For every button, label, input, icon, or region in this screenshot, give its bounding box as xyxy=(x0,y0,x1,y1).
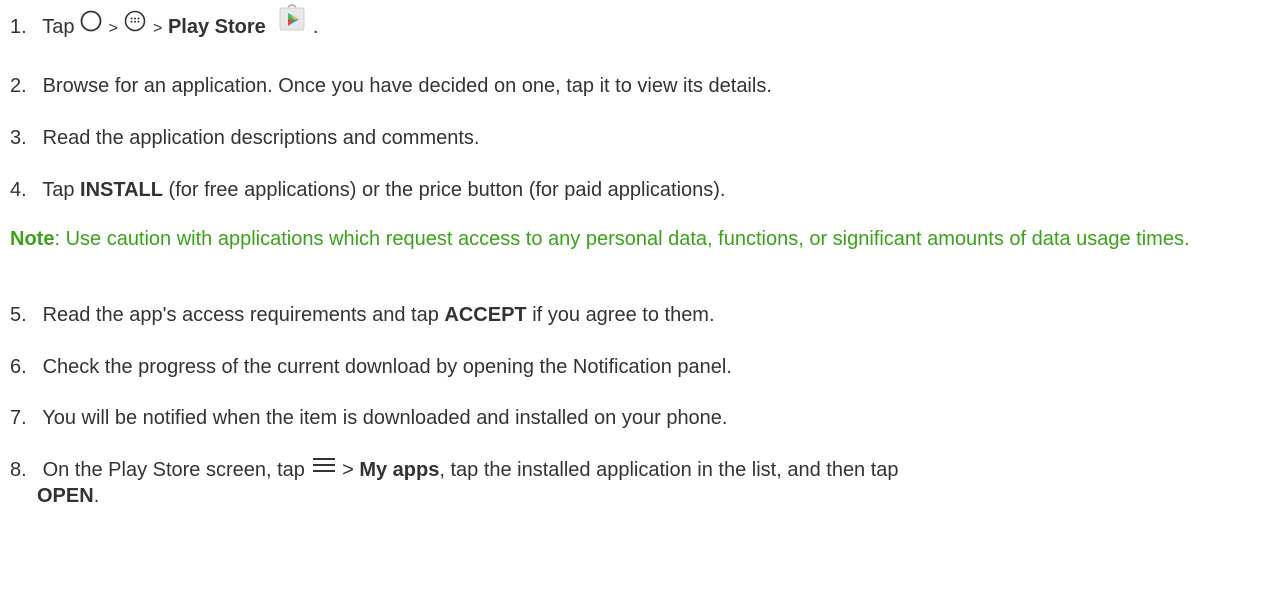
step-text: (for free applications) or the price but… xyxy=(168,179,726,201)
install-label: INSTALL xyxy=(80,179,163,201)
step-text: Tap xyxy=(42,16,75,38)
note-text: : Use caution with applications which re… xyxy=(54,228,1190,250)
step-number: 2. xyxy=(10,75,27,97)
step-text: , tap the installed application in the l… xyxy=(439,459,899,481)
accept-label: ACCEPT xyxy=(444,304,527,326)
step-number: 7. xyxy=(10,407,27,429)
step-text: You will be notified when the item is do… xyxy=(42,407,728,429)
play-store-label: Play Store xyxy=(167,16,266,38)
step-2: 2. Browse for an application. Once you h… xyxy=(10,73,772,99)
step-number: 1. xyxy=(10,16,27,38)
step-text: Read the app's access requirements and t… xyxy=(42,304,439,326)
step-7: 7. You will be notified when the item is… xyxy=(10,405,728,431)
note-label: Note xyxy=(10,228,55,250)
step-number: 5. xyxy=(10,304,27,326)
step-5: 5. Read the app's access requirements an… xyxy=(10,302,715,328)
step-number: 3. xyxy=(10,127,27,149)
step-text: if you agree to them. xyxy=(532,304,715,326)
separator: > xyxy=(153,20,163,37)
step-end: . xyxy=(93,485,100,507)
separator: > xyxy=(342,459,354,481)
step-text: Check the progress of the current downlo… xyxy=(42,356,732,378)
separator: > xyxy=(108,20,118,37)
step-text: Browse for an application. Once you have… xyxy=(42,75,772,97)
open-label: OPEN xyxy=(37,485,94,507)
caution-note: Note: Use caution with applications whic… xyxy=(10,227,1210,252)
step-6: 6. Check the progress of the current dow… xyxy=(10,354,732,380)
home-circle-icon xyxy=(80,10,102,39)
play-store-icon xyxy=(277,3,307,40)
menu-icon xyxy=(312,455,335,481)
step-number: 6. xyxy=(10,356,27,378)
step-number: 4. xyxy=(10,179,27,201)
step-number: 8. xyxy=(10,459,27,481)
step-1: 1. Tap > > Play Store . xyxy=(10,4,319,42)
step-end: . xyxy=(312,16,319,38)
step-text: Read the application descriptions and co… xyxy=(42,127,480,149)
step-text: On the Play Store screen, tap xyxy=(42,459,305,481)
my-apps-label: My apps xyxy=(359,459,440,481)
step-4: 4. Tap INSTALL (for free applications) o… xyxy=(10,177,725,203)
step-text: Tap xyxy=(42,179,75,201)
apps-launcher-icon xyxy=(124,10,146,39)
step-3: 3. Read the application descriptions and… xyxy=(10,125,479,151)
step-8: 8. On the Play Store screen, tap > My ap… xyxy=(10,457,1250,509)
